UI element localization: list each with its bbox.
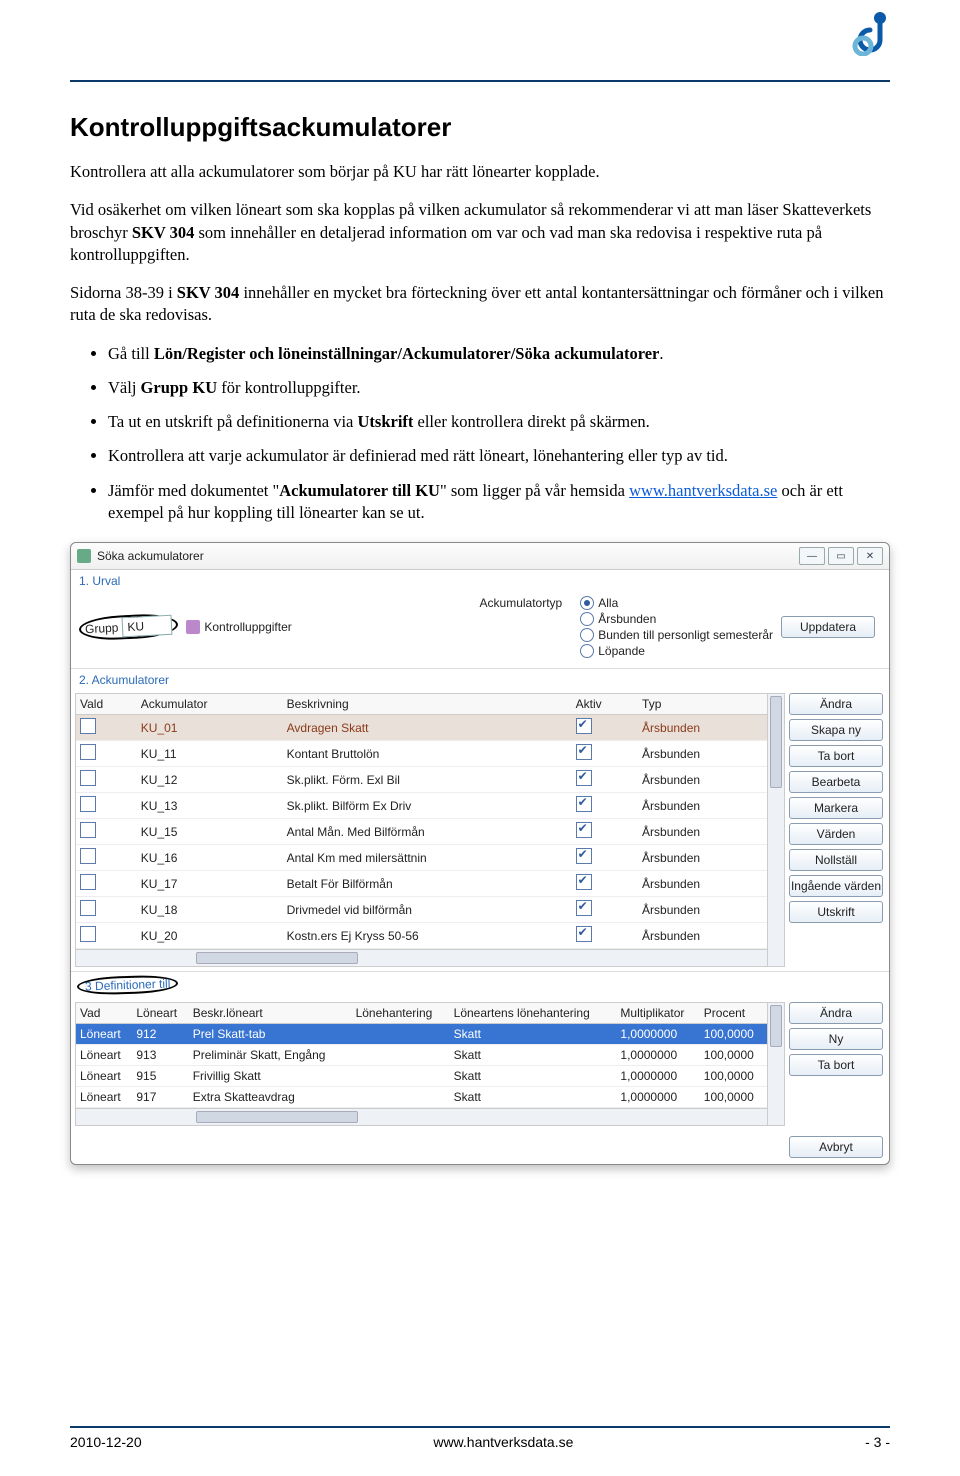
definitioner-table: VadLöneartBeskr.löneartLönehanteringLöne… [76,1003,767,1108]
action-button[interactable]: Markera [789,797,883,819]
vertical-scrollbar[interactable] [767,694,784,966]
grupp-input[interactable]: KU [122,615,173,638]
table-row[interactable]: Löneart915Frivillig SkattSkatt1,00000001… [76,1066,767,1087]
table-row[interactable]: Löneart917Extra SkatteavdragSkatt1,00000… [76,1087,767,1108]
app-window: Söka ackumulatorer — ▭ ✕ 1. Urval Grupp … [70,542,890,1165]
action-button[interactable]: Skapa ny [789,719,883,741]
table-row[interactable]: KU_11Kontant BruttolönÅrsbunden [76,741,767,767]
bullet-list: Gå till Lön/Register och löneinställning… [70,343,890,525]
divider-top [70,80,890,82]
table-row[interactable]: Löneart913Preliminär Skatt, EngångSkatt1… [76,1045,767,1066]
action-button[interactable]: Nollställ [789,849,883,871]
table-row[interactable]: KU_20Kostn.ers Ej Kryss 50-56Årsbunden [76,923,767,949]
acktyp-radio[interactable]: Bunden till personligt semesterår [580,628,773,642]
footer-date: 2010-12-20 [70,1434,142,1450]
footer-page: - 3 - [865,1434,890,1450]
table-row[interactable]: KU_01Avdragen SkattÅrsbunden [76,715,767,741]
table-row[interactable]: Löneart912Prel Skatt-tabSkatt1,000000010… [76,1024,767,1045]
acktyp-radio[interactable]: Alla [580,596,773,610]
table-row[interactable]: KU_17Betalt För BilförmånÅrsbunden [76,871,767,897]
action-button[interactable]: Ta bort [789,1054,883,1076]
uppdatera-button[interactable]: Uppdatera [781,616,875,638]
homepage-link[interactable]: www.hantverksdata.se [629,481,777,500]
acktyp-radios: Alla Årsbunden Bunden till personligt seme… [580,596,773,658]
list-item: Jämför med dokumentet "Ackumulatorer til… [108,480,890,525]
avbryt-button[interactable]: Avbryt [789,1136,883,1158]
action-button[interactable]: Ändra [789,693,883,715]
list-item: Välj Grupp KU för kontrolluppgifter. [108,377,890,399]
acktyp-radio[interactable]: Årsbunden [580,612,773,626]
horizontal-scrollbar[interactable] [76,1108,767,1125]
page-title: Kontrolluppgiftsackumulatorer [70,112,890,143]
table-row[interactable]: KU_15Antal Mån. Med BilförmånÅrsbunden [76,819,767,845]
action-button[interactable]: Värden [789,823,883,845]
lookup-icon[interactable] [186,620,200,634]
grupp-description: Kontrolluppgifter [204,620,291,634]
titlebar: Söka ackumulatorer — ▭ ✕ [71,543,889,570]
table-row[interactable]: KU_13Sk.plikt. Bilförm Ex DrivÅrsbunden [76,793,767,819]
grupp-label: Grupp [85,621,119,637]
section-ack-title: 2. Ackumulatorer [71,669,889,689]
list-item: Gå till Lön/Register och löneinställning… [108,343,890,365]
action-button[interactable]: Utskrift [789,901,883,923]
ackumulator-table: ValdAckumulatorBeskrivningAktivTyp KU_01… [76,694,767,949]
logo [852,10,890,61]
horizontal-scrollbar[interactable] [76,949,767,966]
footer-url: www.hantverksdata.se [433,1434,573,1450]
table-row[interactable]: KU_16Antal Km med milersättninÅrsbunden [76,845,767,871]
minimize-button[interactable]: — [799,547,825,565]
section-def-title: 3 Definitioner till [77,974,179,996]
intro-paragraph: Kontrollera att alla ackumulatorer som b… [70,161,890,183]
paragraph-2: Vid osäkerhet om vilken löneart som ska … [70,199,890,266]
section-urval-title: 1. Urval [71,570,889,590]
action-button[interactable]: Ta bort [789,745,883,767]
paragraph-3: Sidorna 38-39 i SKV 304 innehåller en my… [70,282,890,327]
close-button[interactable]: ✕ [857,547,883,565]
vertical-scrollbar[interactable] [767,1003,784,1125]
window-title: Söka ackumulatorer [97,549,204,563]
acktyp-radio[interactable]: Löpande [580,644,773,658]
app-icon [77,549,91,563]
action-button[interactable]: Ändra [789,1002,883,1024]
list-item: Ta ut en utskrift på definitionerna via … [108,411,890,433]
table-row[interactable]: KU_18Drivmedel vid bilförmånÅrsbunden [76,897,767,923]
action-button[interactable]: Bearbeta [789,771,883,793]
maximize-button[interactable]: ▭ [828,547,854,565]
acktyp-label: Ackumulatortyp [480,596,563,658]
grupp-field-highlight: Grupp KU [78,613,178,642]
table-row[interactable]: KU_12Sk.plikt. Förm. Exl BilÅrsbunden [76,767,767,793]
list-item: Kontrollera att varje ackumulator är def… [108,445,890,467]
action-button[interactable]: Ny [789,1028,883,1050]
action-button[interactable]: Ingående värden [789,875,883,897]
